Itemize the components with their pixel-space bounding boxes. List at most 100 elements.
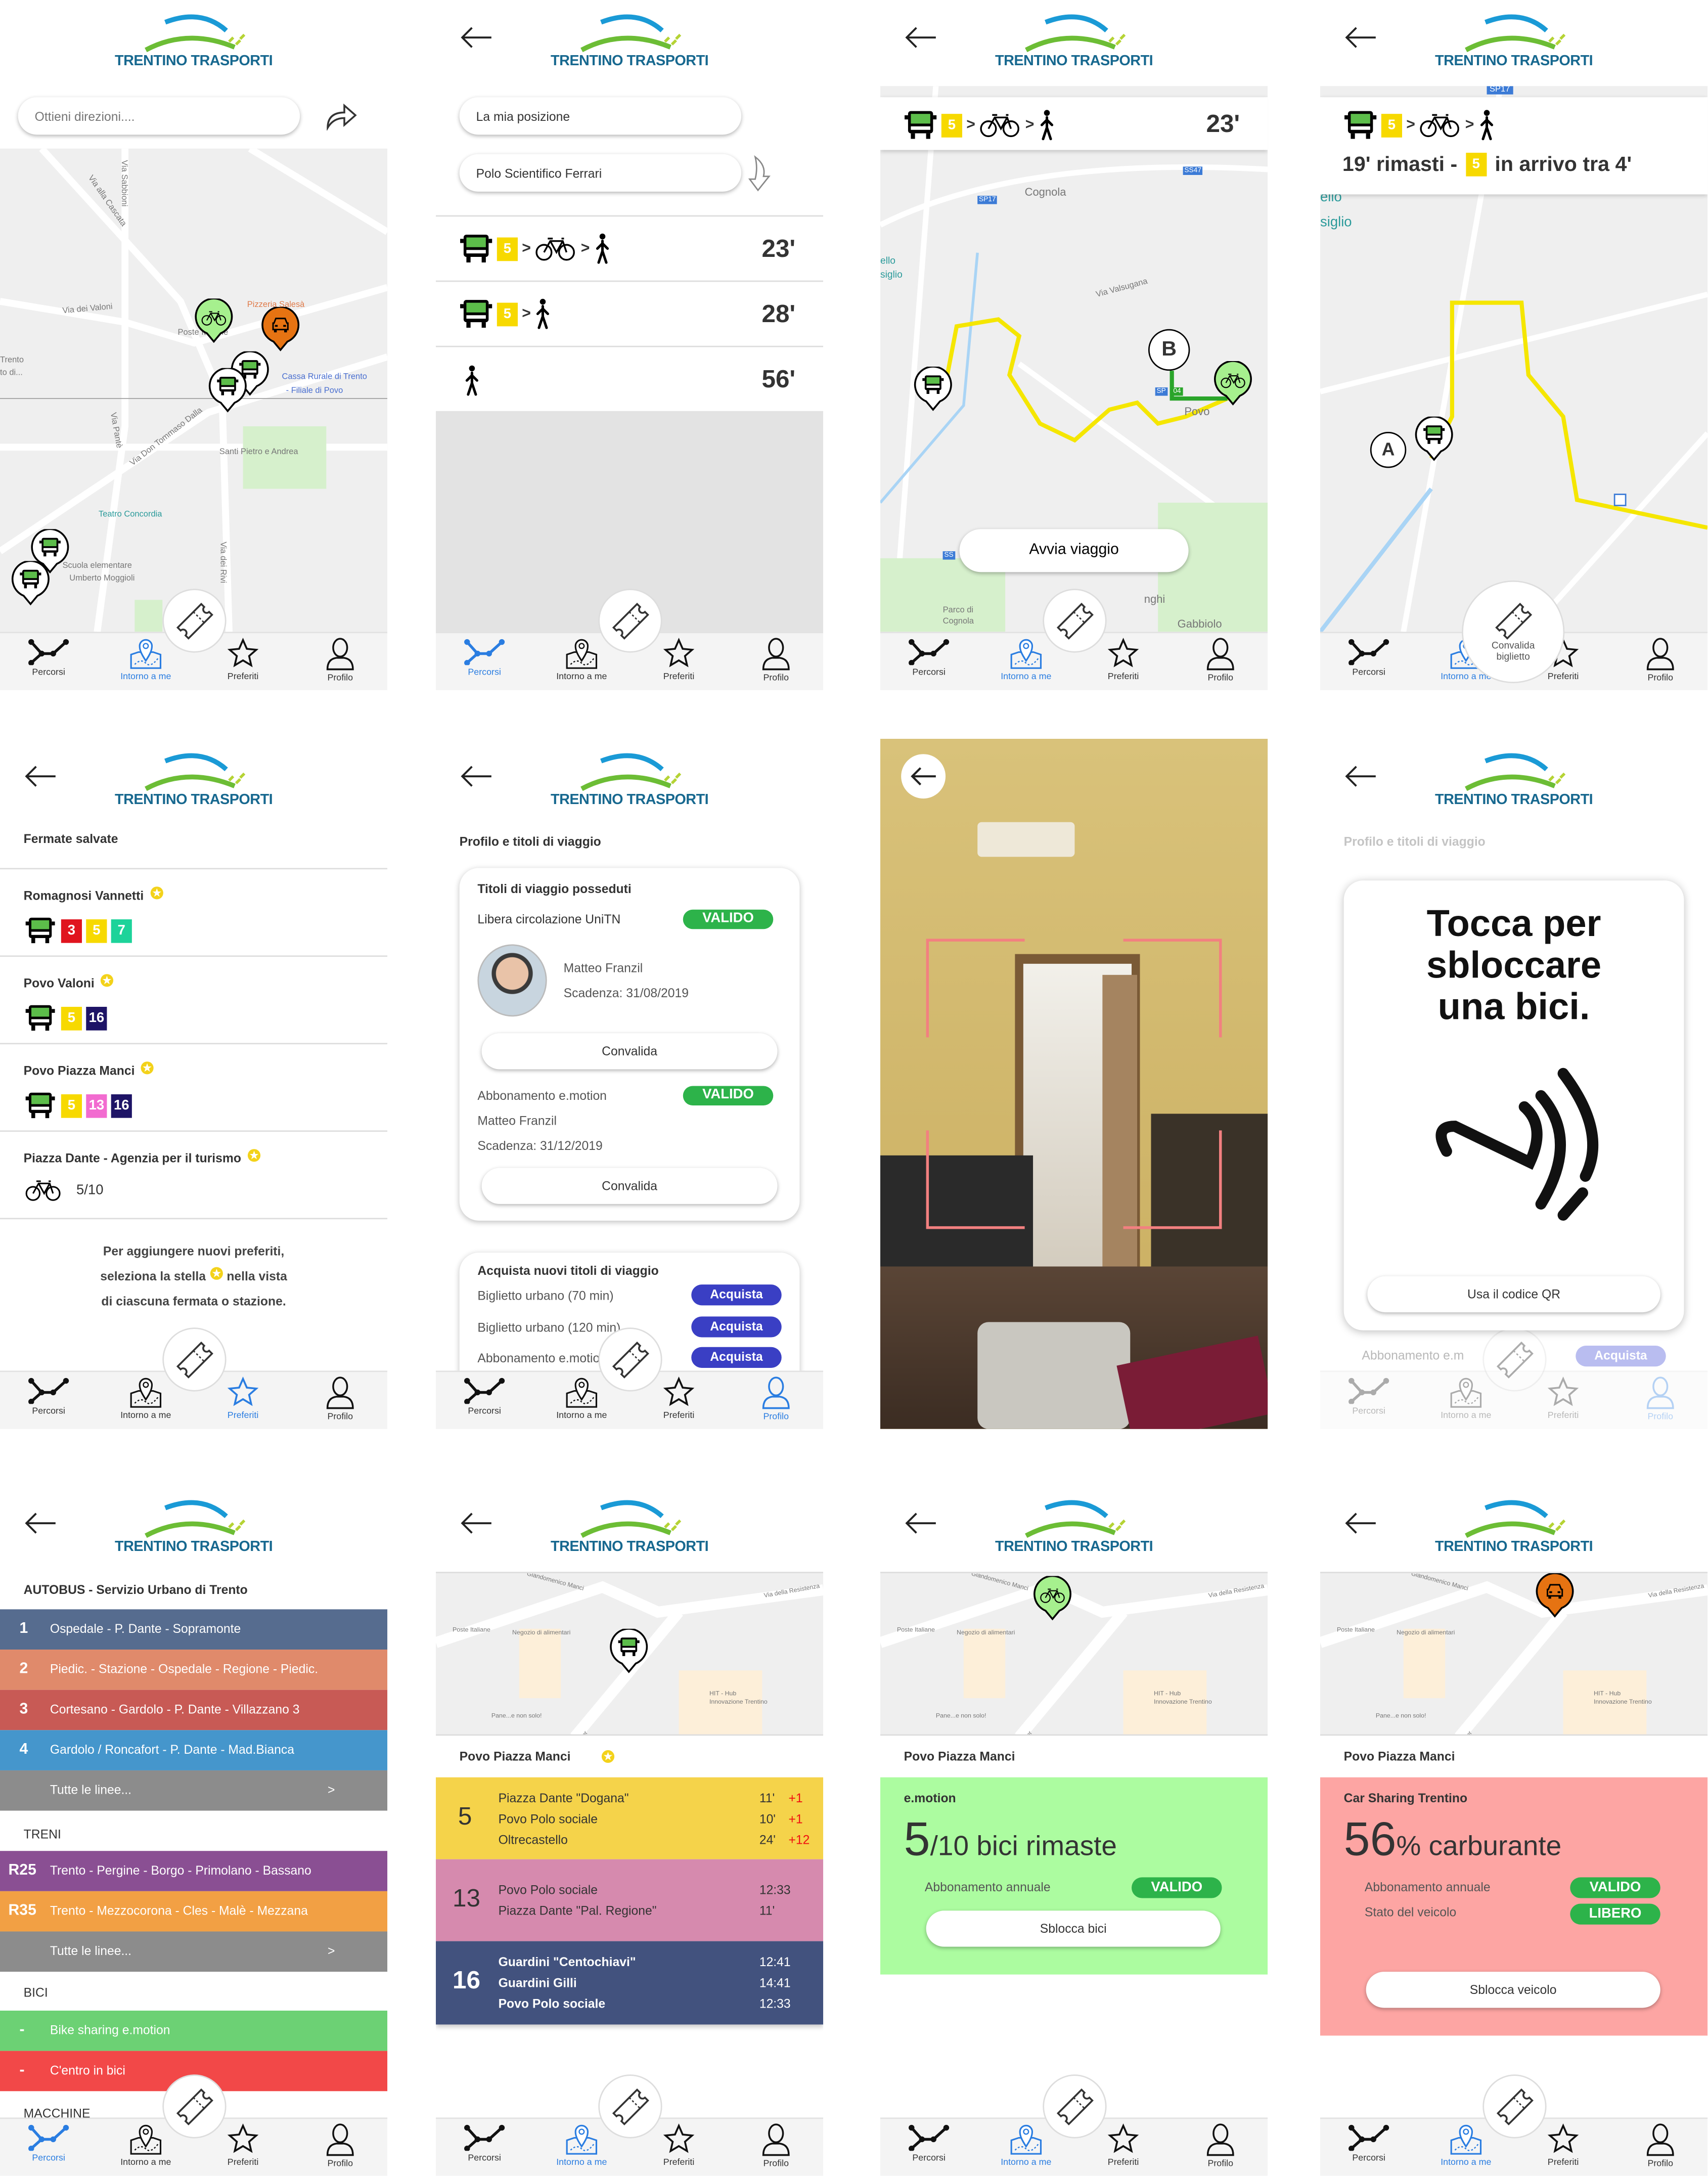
departure-group[interactable]: 13 Povo Polo sociale Piazza Dante "Pal. R… xyxy=(436,1859,824,1941)
nav-profilo[interactable]: Profilo xyxy=(1619,1376,1702,1422)
favorite-star-icon[interactable] xyxy=(601,1750,615,1763)
nav-percorsi[interactable]: Percorsi xyxy=(443,2123,526,2163)
line-row[interactable]: - Bike sharing e.motion xyxy=(0,2010,388,2051)
unlock-bike-button[interactable]: Sblocca bici xyxy=(926,1911,1221,1947)
back-arrow-icon[interactable] xyxy=(24,1510,57,1535)
share-arrow-icon[interactable] xyxy=(324,100,359,131)
directions-input[interactable] xyxy=(34,109,300,123)
back-button[interactable] xyxy=(901,754,946,799)
nav-percorsi[interactable]: Percorsi xyxy=(887,2123,971,2163)
back-arrow-icon[interactable] xyxy=(1344,25,1377,50)
bus-stop-marker[interactable] xyxy=(914,366,953,418)
use-qr-code-button[interactable]: Usa il codice QR xyxy=(1367,1276,1660,1313)
line-row[interactable]: 4 Gardolo / Roncafort - P. Dante - Mad.Bi… xyxy=(0,1730,388,1770)
nav-profilo[interactable]: Profilo xyxy=(298,637,382,683)
favorite-star-icon[interactable] xyxy=(141,1061,155,1075)
validate-ticket-button[interactable]: Convalida biglietto xyxy=(1462,580,1565,684)
map-view[interactable]: Negozio di alimentari Poste Italiane Pane.… xyxy=(880,1572,1268,1736)
destination-value[interactable]: Polo Scientifico Ferrari xyxy=(476,166,602,180)
back-arrow-icon[interactable] xyxy=(460,25,493,50)
nav-profilo[interactable]: Profilo xyxy=(734,1376,818,1422)
back-arrow-icon[interactable] xyxy=(460,1510,493,1535)
ticket-button[interactable] xyxy=(1043,2074,1107,2139)
camera-viewfinder[interactable] xyxy=(880,739,1268,1429)
back-arrow-icon[interactable] xyxy=(904,1510,937,1535)
route-option[interactable]: 5 > > 23' xyxy=(436,215,823,281)
bike-station-marker[interactable] xyxy=(1213,360,1252,413)
departure-group[interactable]: 5 Piazza Dante "Dogana" Povo Polo sociale… xyxy=(436,1777,824,1859)
nav-percorsi[interactable]: Percorsi xyxy=(7,1376,91,1416)
directions-search[interactable] xyxy=(18,97,300,135)
origin-value[interactable]: La mia posizione xyxy=(476,109,570,123)
nav-profilo[interactable]: Profilo xyxy=(298,2123,382,2169)
nav-profilo[interactable]: Profilo xyxy=(734,637,818,683)
line-row[interactable]: 2 Piedic. - Stazione - Ospedale - Regione… xyxy=(0,1650,388,1690)
ticket-button[interactable] xyxy=(162,2074,227,2139)
buy-button[interactable]: Acquista xyxy=(691,1347,782,1368)
bike-station-marker[interactable] xyxy=(1033,1575,1072,1627)
start-trip-button[interactable]: Avvia viaggio xyxy=(959,529,1189,572)
back-arrow-icon[interactable] xyxy=(24,764,57,788)
ticket-button[interactable] xyxy=(1482,1327,1547,1392)
car-sharing-marker[interactable] xyxy=(1536,1573,1575,1625)
line-row[interactable]: 3 Cortesano - Gardolo - P. Dante - Villaz… xyxy=(0,1690,388,1730)
car-sharing-marker[interactable] xyxy=(261,306,300,359)
all-lines-button[interactable]: Tutte le linee... > xyxy=(0,1770,388,1811)
departure-group[interactable]: 16 Guardini "Centochiavi" Guardini Gilli P… xyxy=(436,1941,824,2025)
bus-stop-marker[interactable] xyxy=(11,560,50,612)
buy-button[interactable]: Acquista xyxy=(691,1284,782,1306)
validate-button[interactable]: Convalida xyxy=(481,1168,778,1204)
ticket-button[interactable] xyxy=(162,1327,227,1392)
nav-percorsi[interactable]: Percorsi xyxy=(7,637,91,678)
nav-percorsi[interactable]: Percorsi xyxy=(1327,637,1411,678)
favorite-stop[interactable]: Romagnosi Vannetti 357 xyxy=(24,882,164,946)
ticket-button[interactable] xyxy=(162,589,227,653)
destination-field[interactable]: Polo Scientifico Ferrari xyxy=(459,154,742,192)
map-view[interactable]: Negozio di alimentari Poste Italiane Pane.… xyxy=(436,1572,824,1736)
bus-stop-marker[interactable] xyxy=(208,367,247,420)
map-view[interactable]: Via alla Cascata Via Sabbioni Via dei Va… xyxy=(0,148,388,632)
favorite-stop[interactable]: Povo Valoni 5 16 xyxy=(24,969,115,1033)
bus-stop-marker[interactable] xyxy=(1415,416,1454,468)
line-row[interactable]: 1 Ospedale - P. Dante - Sopramonte xyxy=(0,1609,388,1650)
route-option[interactable]: 5 > 28' xyxy=(436,281,823,346)
route-option[interactable]: 56' xyxy=(436,346,823,411)
nav-profilo[interactable]: Profilo xyxy=(1619,2123,1702,2169)
nav-percorsi[interactable]: Percorsi xyxy=(1327,1376,1411,1416)
buy-button[interactable]: Acquista xyxy=(691,1316,782,1338)
nav-percorsi[interactable]: Percorsi xyxy=(1327,2123,1411,2163)
bus-stop-marker[interactable] xyxy=(609,1628,648,1680)
favorite-star-icon[interactable] xyxy=(150,886,163,900)
favorite-station[interactable]: Piazza Dante - Agenzia per il turismo 5/… xyxy=(24,1144,261,1202)
nav-profilo[interactable]: Profilo xyxy=(734,2123,818,2169)
all-lines-button[interactable]: Tutte le linee... > xyxy=(0,1931,388,1972)
favorite-star-icon[interactable] xyxy=(101,973,114,987)
back-arrow-icon[interactable] xyxy=(1344,1510,1377,1535)
swap-arrow-icon[interactable] xyxy=(747,154,775,193)
nav-profilo[interactable]: Profilo xyxy=(1179,637,1262,683)
nav-profilo[interactable]: Profilo xyxy=(1179,2123,1262,2169)
nav-profilo[interactable]: Profilo xyxy=(1619,637,1702,683)
back-arrow-icon[interactable] xyxy=(1344,764,1377,788)
nav-percorsi[interactable]: Percorsi xyxy=(443,637,526,678)
validate-button[interactable]: Convalida xyxy=(481,1033,778,1070)
line-row[interactable]: R35 Trento - Mezzocorona - Cles - Malè - … xyxy=(0,1891,388,1932)
ticket-button[interactable] xyxy=(1043,589,1107,653)
back-arrow-icon[interactable] xyxy=(460,764,493,788)
back-arrow-icon[interactable] xyxy=(904,25,937,50)
map-view[interactable]: Negozio di alimentari Poste Italiane Pane.… xyxy=(1320,1572,1708,1736)
ticket-button[interactable] xyxy=(598,589,662,653)
favorite-star-icon[interactable] xyxy=(247,1148,261,1162)
nfc-dialog[interactable]: Tocca per sbloccare una bici. Usa il cod… xyxy=(1343,880,1684,1330)
origin-field[interactable]: La mia posizione xyxy=(459,97,742,135)
ticket-button[interactable] xyxy=(1482,2074,1547,2139)
unlock-vehicle-button[interactable]: Sblocca veicolo xyxy=(1366,1972,1660,2008)
nav-percorsi[interactable]: Percorsi xyxy=(887,637,971,678)
bike-station-marker[interactable] xyxy=(194,297,233,350)
destination-marker-b[interactable]: B xyxy=(1148,329,1190,371)
favorite-stop[interactable]: Povo Piazza Manci 5 13 16 xyxy=(24,1057,155,1121)
nav-percorsi[interactable]: Percorsi xyxy=(7,2123,91,2163)
origin-marker-a[interactable]: A xyxy=(1370,432,1407,468)
ticket-button[interactable] xyxy=(598,1327,662,1392)
line-row[interactable]: R25 Trento - Pergine - Borgo - Primolano … xyxy=(0,1851,388,1891)
